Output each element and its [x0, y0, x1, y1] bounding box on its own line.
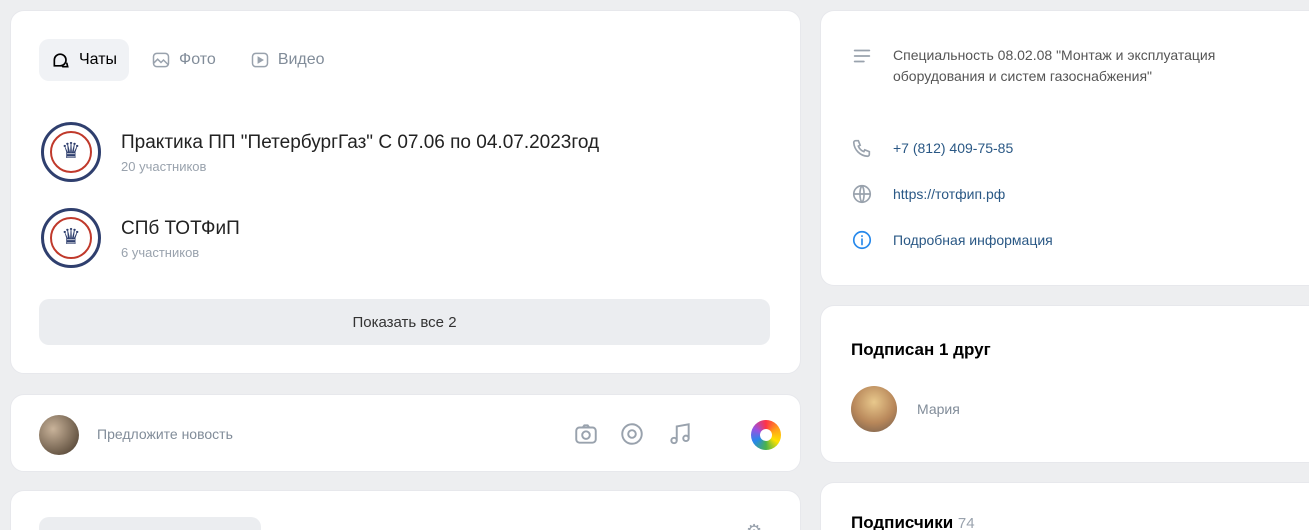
description-icon [853, 49, 871, 63]
description-text: Специальность 08.02.08 "Монтаж и эксплуа… [893, 47, 1216, 84]
subscribers-label: Подписчики [851, 513, 954, 530]
friend-item[interactable]: Мария [851, 386, 960, 432]
chat-item[interactable]: Практика ПП "ПетербургГаз" С 07.06 по 04… [41, 121, 771, 183]
subscribers-count: 74 [957, 515, 975, 530]
tab-label: Видео [277, 51, 325, 68]
video-icon [251, 52, 269, 68]
more-info-link[interactable]: Подробная информация [893, 229, 1053, 251]
more-info-row: Подробная информация [851, 229, 1053, 251]
friends-heading[interactable]: Подписан 1 друг [851, 340, 991, 360]
color-circle-icon[interactable] [751, 420, 781, 450]
chat-info: Практика ПП "ПетербургГаз" С 07.06 по 04… [121, 131, 599, 174]
chat-info: СПб ТОТФиП 6 участников [121, 217, 240, 260]
tab-label: Чаты [79, 51, 118, 68]
tab-photo[interactable]: Фото [139, 39, 228, 81]
phone-link[interactable]: +7 (812) 409-75-85 [893, 137, 1013, 159]
website-link[interactable]: https://тотфип.рф [893, 183, 1005, 205]
globe-icon [852, 184, 872, 204]
chat-members: 20 участников [121, 158, 207, 174]
chats-card: Чаты Фото Видео Практика ПП "ПетербургГа… [10, 10, 801, 374]
phone-row: +7 (812) 409-75-85 [851, 137, 1013, 159]
suggest-post-card: Предложите новость [10, 394, 801, 472]
tab-label: Фото [179, 51, 216, 68]
music-icon[interactable] [667, 421, 693, 447]
subscribers-card: Подписчики 74 [820, 482, 1309, 530]
chat-members: 6 участников [121, 244, 200, 260]
friends-card: Подписан 1 друг Мария [820, 305, 1309, 463]
website-row: https://тотфип.рф [851, 183, 1005, 205]
info-card: Специальность 08.02.08 "Монтаж и эксплуа… [820, 10, 1309, 286]
wall-tab-pill[interactable] [39, 517, 261, 530]
phone-icon [852, 139, 871, 158]
subscribers-heading[interactable]: Подписчики 74 [851, 513, 975, 530]
chat-icon [53, 53, 69, 68]
chat-title: Практика ПП "ПетербургГаз" С 07.06 по 04… [121, 131, 600, 153]
avatar [851, 386, 897, 432]
photo-icon [152, 52, 170, 68]
wall-card: ⚙ [10, 490, 801, 530]
clip-icon[interactable] [619, 421, 645, 447]
suggest-post-input[interactable]: Предложите новость [97, 426, 233, 442]
tab-video[interactable]: Видео [238, 39, 337, 81]
description-row: Специальность 08.02.08 "Монтаж и эксплуа… [851, 45, 1223, 87]
tab-chats[interactable]: Чаты [39, 39, 130, 81]
show-all-button[interactable]: Показать все 2 [39, 299, 770, 345]
friend-name: Мария [917, 401, 960, 417]
avatar[interactable] [39, 415, 79, 455]
chat-avatar [41, 208, 101, 268]
chat-avatar [41, 122, 101, 182]
camera-icon[interactable] [573, 421, 599, 447]
info-icon [852, 230, 872, 250]
tabs-bar: Чаты Фото Видео [39, 39, 337, 81]
settings-icon[interactable]: ⚙ [746, 521, 762, 530]
chat-item[interactable]: СПб ТОТФиП 6 участников [41, 207, 771, 269]
chat-title: СПб ТОТФиП [121, 217, 240, 239]
